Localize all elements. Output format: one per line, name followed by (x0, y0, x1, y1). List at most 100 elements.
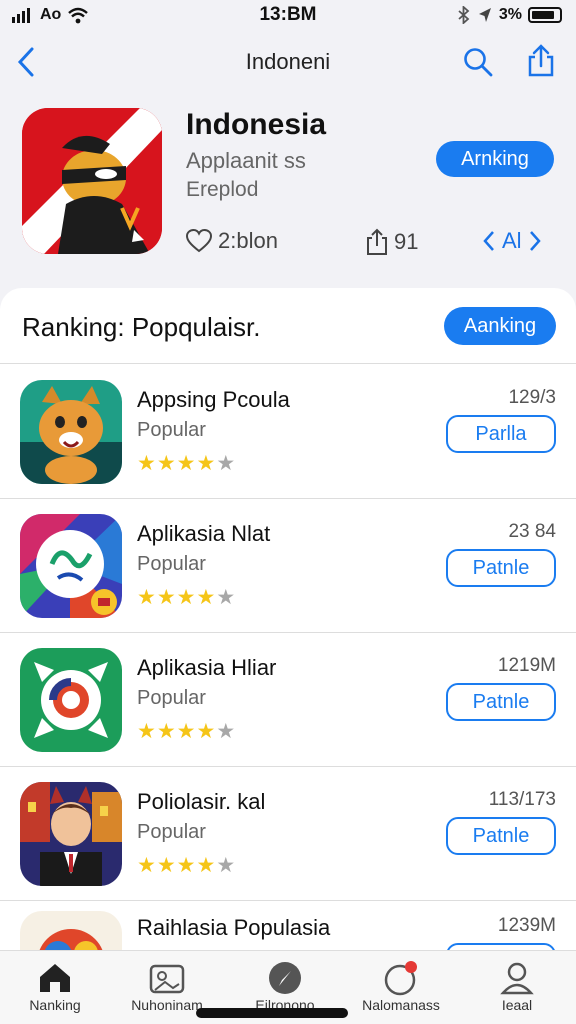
get-button[interactable] (446, 943, 556, 950)
app-category: Popular (137, 419, 206, 441)
star-icon: ★ (137, 452, 156, 475)
star-icon: ★ (137, 720, 156, 743)
tab-icon (462, 959, 572, 997)
star-rating: ★ ★ ★ ★ ★ (137, 719, 235, 744)
colorful-wheel-icon (20, 514, 122, 618)
download-count: 1239M (497, 915, 556, 936)
star-icon: ★ (176, 586, 196, 609)
target-icon (20, 648, 122, 752)
tab-icon (0, 959, 110, 997)
app-header: Indonesia Applaanit ss Ereplod Arnking 2… (0, 100, 576, 270)
app-category: Popular (137, 553, 206, 575)
status-bar: Ao 13:BM 3% (0, 0, 576, 30)
dog-mascot-icon (20, 380, 122, 484)
tab-label: Nalomanass (362, 997, 440, 1013)
wifi-icon (68, 7, 89, 24)
bluetooth-icon (458, 6, 470, 24)
tab-icon (112, 959, 222, 997)
get-button[interactable]: Patnle (446, 683, 556, 721)
location-icon (478, 8, 491, 22)
nav-title: Indoneni (245, 49, 331, 74)
app-icon-dog (20, 380, 122, 484)
star-icon: ★ (156, 586, 176, 609)
app-subtitle: Applaanit ss (186, 148, 306, 173)
star-icon: ★ (196, 720, 216, 743)
share-icon (528, 44, 554, 77)
search-button[interactable] (462, 46, 494, 83)
get-button[interactable]: Patnle (446, 817, 556, 855)
star-icon: ★ (196, 586, 216, 609)
ranking-button[interactable]: Arnking (436, 141, 554, 177)
star-icon: ★ (216, 586, 236, 609)
carrier-label: Ao (40, 6, 62, 23)
star-icon: ★ (176, 720, 196, 743)
shares-count: 91 (394, 229, 419, 254)
star-rating: ★ ★ ★ ★ ★ (137, 585, 235, 610)
chevron-right-icon (529, 231, 541, 251)
tab-profile[interactable]: Ieaal (462, 959, 572, 1013)
shares[interactable]: 91 (366, 228, 418, 256)
star-icon: ★ (176, 854, 196, 877)
likes[interactable]: 2:blon (186, 228, 278, 254)
tab-label: Nanking (29, 997, 81, 1013)
get-button[interactable]: Patnle (446, 549, 556, 587)
back-button[interactable] (16, 46, 36, 84)
star-rating: ★ ★ ★ ★ ★ (137, 451, 235, 476)
get-button[interactable]: Parlla (446, 415, 556, 453)
download-count: 129/3 (508, 387, 556, 408)
star-rating: ★ ★ ★ ★ ★ (137, 853, 235, 878)
tab-label: Ieaal (501, 997, 533, 1013)
star-icon: ★ (137, 586, 156, 609)
app-icon-partial (20, 911, 122, 950)
home-indicator (196, 1008, 348, 1018)
list-item[interactable]: Poliolasir. kal Popular ★ ★ ★ ★ ★ 113/17… (0, 767, 576, 901)
tab-icon (346, 959, 456, 997)
list-item[interactable]: Aplikasia Hliar Popular ★ ★ ★ ★ ★ 1219M … (0, 633, 576, 767)
character-portrait-icon (20, 782, 122, 886)
star-icon: ★ (196, 452, 216, 475)
app-icon-colorful (20, 514, 122, 618)
battery-percent: 3% (498, 6, 522, 23)
list-item[interactable]: Raihlasia Populasia 1239M (0, 901, 576, 950)
chevron-left-icon (17, 47, 34, 77)
compass-icon (269, 962, 301, 994)
navigation-bar: Indoneni (0, 40, 576, 84)
tab-photos[interactable]: Nuhoninam (112, 959, 222, 1013)
status-right: 3% (457, 6, 562, 24)
app-icon[interactable] (22, 108, 162, 254)
signal-icon (12, 8, 30, 23)
star-icon: ★ (196, 854, 216, 877)
star-icon: ★ (156, 452, 176, 475)
star-icon: ★ (176, 452, 196, 475)
pager[interactable]: Al (482, 228, 542, 254)
star-icon: ★ (137, 854, 156, 877)
app-category: Popular (137, 821, 206, 843)
download-count: 113/173 (488, 789, 556, 810)
star-icon: ★ (216, 720, 236, 743)
share-small-icon (367, 228, 387, 255)
download-count: 1219M (497, 655, 556, 676)
home-icon (40, 964, 70, 992)
app-name: Indonesia (186, 108, 327, 141)
search-icon (464, 48, 493, 77)
download-count: 23 84 (508, 521, 556, 542)
chevron-left-icon (483, 231, 494, 251)
notification-icon (384, 961, 417, 996)
section-ranking-button[interactable]: Aanking (444, 307, 556, 345)
star-icon: ★ (216, 452, 236, 475)
app-category: Popular (137, 687, 206, 709)
list-item[interactable]: Aplikasia Nlat Popular ★ ★ ★ ★ ★ 23 84 P… (0, 499, 576, 633)
tab-ranking[interactable]: Nanking (0, 959, 110, 1013)
star-icon: ★ (156, 720, 176, 743)
app-name: Poliolasir. kal (137, 789, 266, 814)
profile-icon (500, 962, 534, 995)
section-header: Ranking: Popqulaisr. Aanking (0, 288, 576, 364)
app-stats: 2:blon 91 Al (186, 228, 556, 258)
ranking-panel: Ranking: Popqulaisr. Aanking Appsing Pco… (0, 288, 576, 950)
app-name: Aplikasia Hliar (137, 655, 277, 680)
share-button[interactable] (526, 44, 556, 83)
tab-explore[interactable]: Eilronono (230, 959, 340, 1013)
likes-count: 2:blon (218, 228, 278, 253)
list-item[interactable]: Appsing Pcoula Popular ★ ★ ★ ★ ★ 129/3 P… (0, 365, 576, 499)
tab-notifications[interactable]: Nalomanass (346, 959, 456, 1013)
